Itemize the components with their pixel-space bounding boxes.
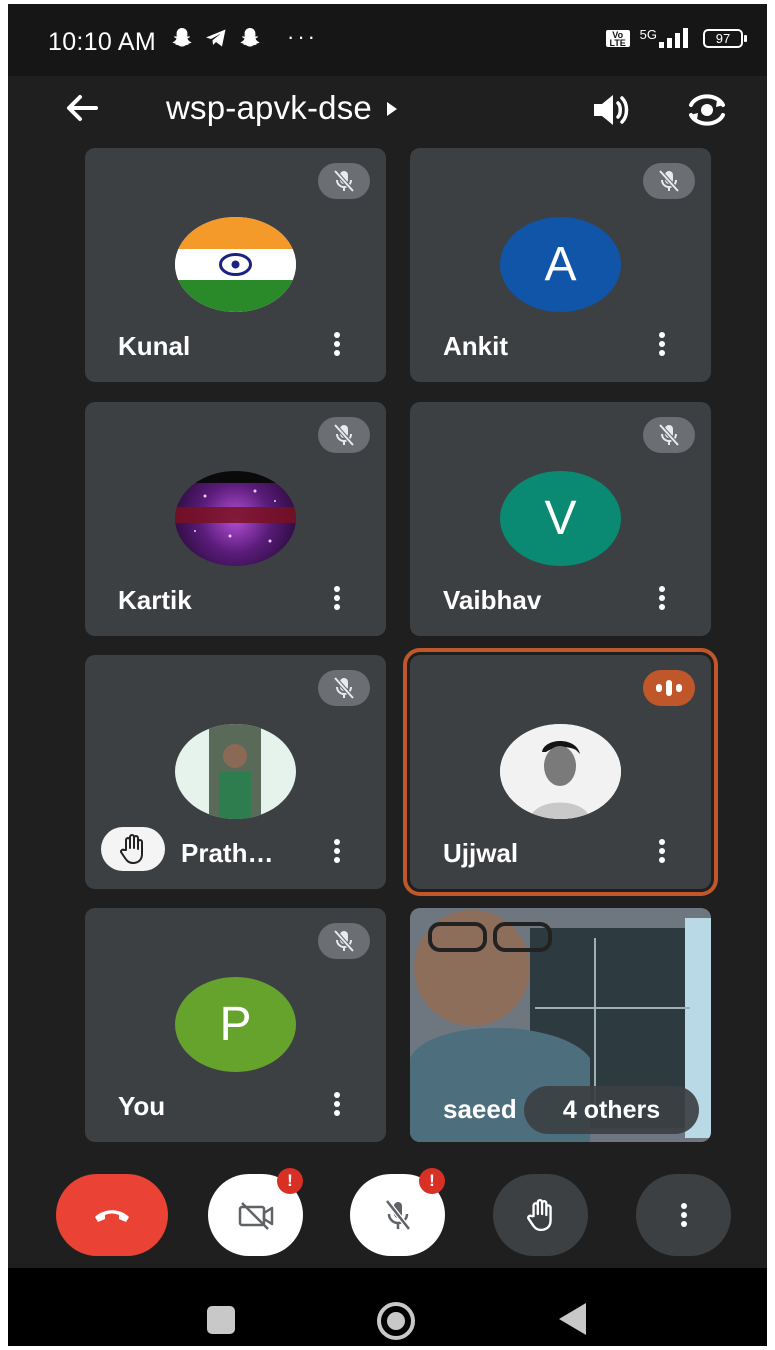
recents-button[interactable] (207, 1306, 235, 1334)
mic-off-icon (658, 169, 680, 193)
dropdown-triangle-icon (386, 102, 397, 116)
battery-icon: 97 (703, 28, 747, 48)
participant-name: You (118, 1091, 166, 1121)
participant-tile-kartik[interactable]: Kartik (85, 402, 386, 636)
meeting-title[interactable]: wsp-apvk-dse (166, 89, 398, 127)
volte-badge: Vo LTE (605, 29, 630, 47)
mic-off-icon (333, 929, 355, 953)
hang-up-icon (95, 1210, 129, 1222)
participant-tile-you[interactable]: P You (85, 908, 386, 1142)
raised-hand-icon (120, 834, 143, 864)
more-options-icon (677, 1200, 691, 1230)
camera-toggle-button[interactable]: ! (208, 1168, 303, 1256)
participant-options-icon[interactable] (655, 583, 669, 613)
mic-off-icon (333, 676, 355, 700)
participant-tile-ujjwal[interactable]: Ujjwal (403, 648, 718, 896)
participant-name: Vaibhav (443, 585, 542, 615)
call-controls: ! ! (8, 1164, 767, 1264)
status-time: 10:10 AM (48, 28, 157, 56)
participant-options-icon[interactable] (330, 1089, 344, 1119)
avatar-letter: P (175, 977, 296, 1072)
participant-name: Ujjwal (443, 838, 519, 868)
participant-options-icon[interactable] (655, 836, 669, 866)
telegram-icon (206, 29, 226, 47)
snapchat-icon (240, 28, 260, 47)
participant-name: Prath… (181, 838, 274, 868)
participant-tile-prath[interactable]: Prath… (85, 655, 386, 889)
participant-tile-vaibhav[interactable]: V Vaibhav (410, 402, 711, 636)
hand-raised-badge (101, 827, 165, 871)
network-type: 5G (639, 27, 657, 42)
avatar-photo (175, 724, 296, 819)
participant-tile-kunal[interactable]: Kunal (85, 148, 386, 382)
mic-off-icon (658, 423, 680, 447)
participant-tile-ankit[interactable]: A Ankit (410, 148, 711, 382)
notification-icons (170, 26, 262, 50)
mic-muted-badge (643, 417, 695, 453)
speaker-icon[interactable] (589, 88, 633, 132)
end-call-button[interactable] (56, 1174, 168, 1256)
participant-options-icon[interactable] (655, 329, 669, 359)
participant-tile-saeed-video[interactable]: saeed 4 others (410, 908, 711, 1142)
home-button[interactable] (377, 1302, 415, 1340)
mic-off-icon (384, 1199, 411, 1231)
galaxy-image (175, 471, 296, 543)
speaking-indicator-icon (643, 670, 695, 706)
snapchat-icon (172, 28, 192, 47)
back-button[interactable] (559, 1303, 586, 1335)
meeting-code: wsp-apvk-dse (166, 89, 372, 126)
raise-hand-icon (526, 1198, 552, 1232)
meet-screen: 10:10 AM ··· Vo LTE 5G 97 wsp-apvk-dse K… (8, 4, 767, 1346)
participant-name: Kartik (118, 585, 192, 615)
back-arrow-icon[interactable] (60, 86, 104, 130)
camera-off-icon (238, 1202, 273, 1230)
mic-off-icon (333, 169, 355, 193)
mic-muted-badge (318, 670, 370, 706)
more-notifications-indicator: ··· (287, 24, 318, 49)
raise-hand-button[interactable] (493, 1174, 588, 1256)
microphone-toggle-button[interactable]: ! (350, 1168, 445, 1256)
camera-flip-icon[interactable] (683, 86, 731, 134)
mic-muted-badge (318, 163, 370, 199)
participant-options-icon[interactable] (330, 836, 344, 866)
others-count-chip[interactable]: 4 others (524, 1086, 699, 1134)
participant-name: Kunal (118, 331, 191, 361)
avatar-photo (175, 471, 296, 566)
mic-muted-badge (318, 417, 370, 453)
avatar-photo (500, 724, 621, 819)
microphone-alert-badge: ! (419, 1168, 445, 1194)
person-photo (500, 724, 621, 819)
camera-alert-badge: ! (277, 1168, 303, 1194)
mic-muted-badge (318, 923, 370, 959)
more-options-button[interactable] (636, 1174, 731, 1256)
participant-options-icon[interactable] (330, 329, 344, 359)
mic-off-icon (333, 423, 355, 447)
avatar-letter: A (500, 217, 621, 312)
signal-indicator: 5G (639, 27, 693, 48)
status-right: Vo LTE 5G 97 (605, 27, 747, 48)
india-flag-icon (175, 217, 296, 312)
mic-muted-badge (643, 163, 695, 199)
person-photo (209, 724, 261, 819)
system-navigation-bar (8, 1268, 767, 1346)
signal-icon (659, 28, 688, 48)
participant-options-icon[interactable] (330, 583, 344, 613)
status-bar: 10:10 AM ··· Vo LTE 5G 97 (8, 4, 767, 76)
participant-name: Ankit (443, 331, 508, 361)
participant-name: saeed (443, 1094, 517, 1124)
meeting-header: wsp-apvk-dse (8, 76, 767, 142)
avatar-letter: V (500, 471, 621, 566)
avatar-india-flag (175, 217, 296, 312)
